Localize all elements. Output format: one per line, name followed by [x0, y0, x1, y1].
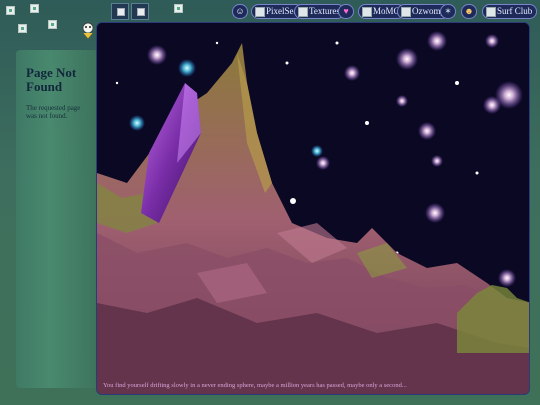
broken-image-icon — [30, 4, 39, 13]
error-message: The requested page was not found. — [26, 104, 81, 120]
broken-image-icon — [6, 6, 15, 15]
image-icon — [401, 7, 411, 17]
nav-link-surf-club[interactable]: Surf Club — [482, 4, 538, 19]
broken-image-icon — [174, 4, 183, 13]
page-title: Page Not Found — [26, 65, 77, 94]
face-icon[interactable]: ☻ — [461, 4, 477, 19]
image-icon — [486, 7, 496, 17]
broken-image-icon — [18, 24, 27, 33]
top-nav: ☺ PixelSea Textures ♥ MoMG Ozwomp ✶ ☻ Su… — [228, 2, 540, 20]
image-button[interactable] — [131, 3, 149, 20]
image-icon — [362, 7, 372, 17]
image-icon — [255, 7, 265, 17]
broken-image-icon — [48, 20, 57, 29]
nav-link-label: PixelSea — [266, 6, 298, 16]
space-scene: You find yourself drifting slowly in a n… — [96, 22, 530, 395]
star-icon[interactable]: ✶ — [440, 4, 456, 19]
mascot-icon — [82, 22, 94, 40]
nav-link-label: Surf Club — [497, 6, 533, 16]
scene-artwork — [97, 23, 529, 394]
image-icon — [298, 7, 308, 17]
nav-link-label: MoMG — [373, 6, 401, 16]
image-button[interactable] — [111, 3, 129, 20]
scene-caption: You find yourself drifting slowly in a n… — [103, 382, 407, 389]
error-panel: Page Not Found The requested page was no… — [16, 50, 102, 388]
nav-link-label: Textures — [309, 6, 340, 16]
chat-icon[interactable]: ☺ — [232, 4, 248, 19]
heart-icon[interactable]: ♥ — [338, 4, 354, 19]
